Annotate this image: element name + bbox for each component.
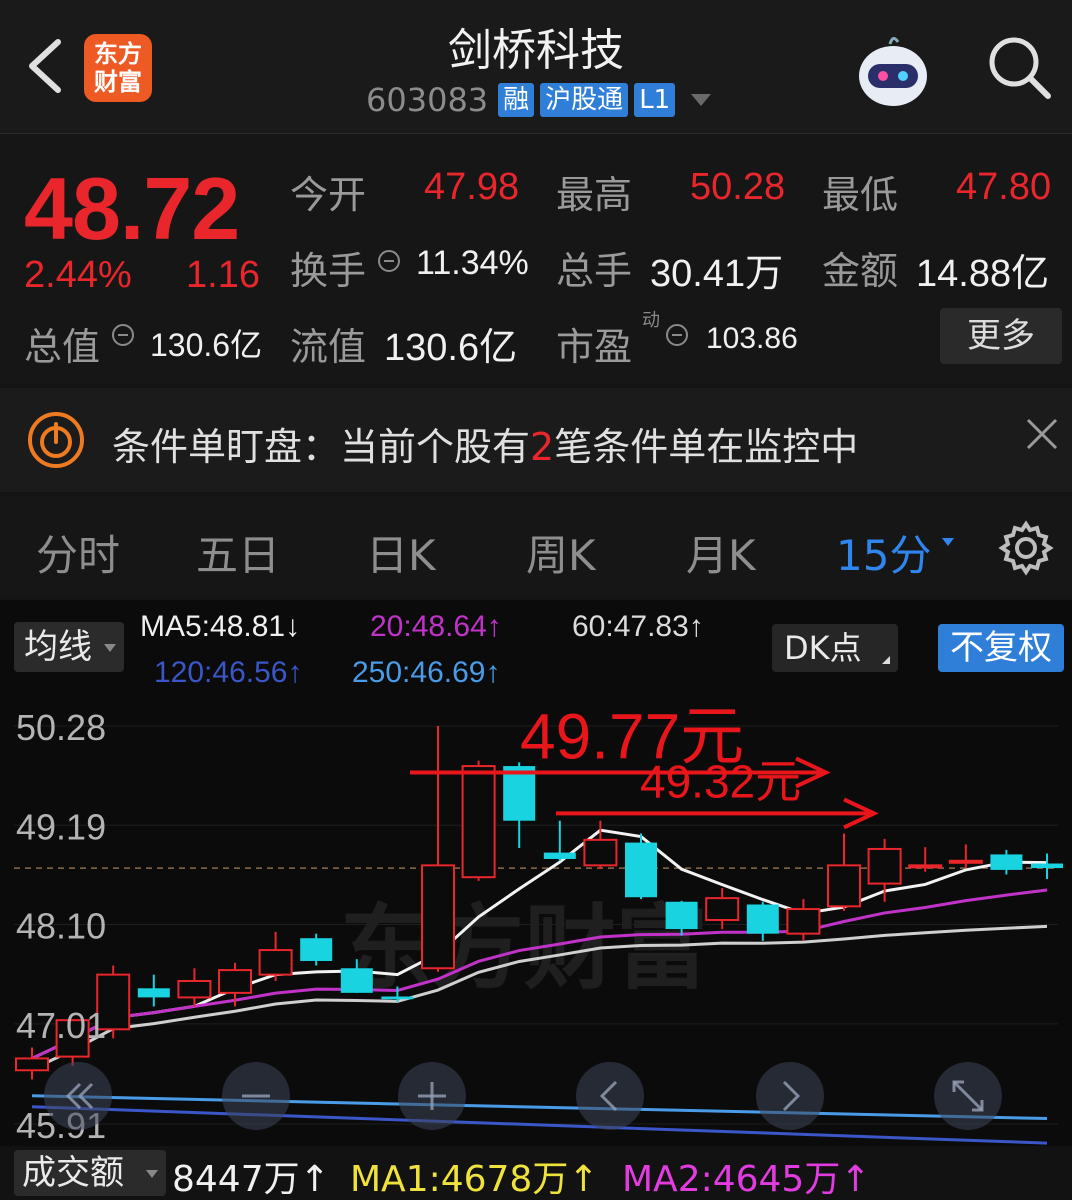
- candle-body: [625, 842, 657, 898]
- price-change: 1.16: [186, 254, 260, 296]
- tag-connect: 沪股通: [540, 83, 629, 117]
- tab-daily-k[interactable]: 日K: [366, 522, 436, 583]
- ma60-label: 60:47.83↑: [572, 610, 704, 643]
- pct-change: 2.44%: [24, 254, 132, 296]
- high-value: 50.28: [690, 166, 786, 208]
- candle-body: [258, 949, 293, 976]
- robot-assistant-icon[interactable]: [850, 34, 936, 114]
- volume-ma1: MA1:4678万↑: [350, 1159, 599, 1200]
- candle-body: [381, 996, 414, 1000]
- period-tabs: 分时 五日 日K 周K 月K 15分: [0, 496, 1072, 596]
- candle-body: [15, 1057, 49, 1072]
- stock-subline: 603083 融 沪股通 L1: [366, 80, 712, 120]
- candle-body: [746, 904, 779, 934]
- amount-label: 金额: [822, 249, 899, 293]
- y-tick-label: 47.01: [16, 1005, 106, 1046]
- tab-15min[interactable]: 15分: [836, 522, 931, 583]
- stock-switch-caret-icon[interactable]: [691, 94, 712, 106]
- candle-body: [177, 980, 212, 999]
- zoom-in-icon[interactable]: [398, 1062, 466, 1130]
- mktcap-label: 总值: [24, 325, 101, 369]
- float-label: 流值: [290, 325, 367, 369]
- pan-left-icon[interactable]: [576, 1062, 644, 1130]
- tab-monthly-k[interactable]: 月K: [686, 522, 756, 583]
- rewind-icon[interactable]: [44, 1062, 112, 1130]
- top-bar: 东方 财富 剑桥科技 603083 融 沪股通 L1: [0, 0, 1072, 134]
- fullscreen-icon[interactable]: [934, 1062, 1002, 1130]
- low-label: 最低: [822, 173, 899, 217]
- more-button[interactable]: 更多: [940, 308, 1062, 364]
- volume-value: 30.41万: [650, 253, 784, 295]
- candle-body: [340, 968, 373, 993]
- volume-ma2: MA2:4645万↑: [622, 1159, 871, 1200]
- candle-body: [705, 897, 740, 921]
- open-value: 47.98: [424, 166, 520, 208]
- pe-value: 103.86: [706, 322, 798, 355]
- last-price: 48.72: [24, 159, 240, 258]
- power-clock-icon: [28, 412, 84, 468]
- info-icon[interactable]: [112, 324, 134, 346]
- annotation-label: 49.32元: [640, 755, 801, 807]
- stock-code: 603083: [366, 81, 489, 119]
- candle-body: [990, 854, 1023, 870]
- ma20-label: 20:48.64↑: [370, 610, 502, 643]
- y-tick-label: 49.19: [16, 806, 106, 847]
- kline-chart[interactable]: 均线 MA5:48.81↓ 20:48.64↑ 60:47.83↑ 120:46…: [0, 600, 1072, 1200]
- volume-value: 8447万↑: [172, 1159, 330, 1200]
- candle-body: [786, 908, 821, 935]
- open-label: 今开: [290, 173, 367, 217]
- banner-text: 条件单盯盘：当前个股有2笔条件单在监控中: [112, 425, 859, 469]
- close-icon[interactable]: [1024, 416, 1060, 452]
- turnover-value: 11.34%: [416, 244, 529, 282]
- period-dropdown-caret-icon[interactable]: [942, 538, 954, 546]
- ma120-line: [31, 1105, 1048, 1145]
- candle-body: [300, 938, 333, 961]
- candle-body: [421, 864, 455, 970]
- low-value: 47.80: [956, 166, 1052, 208]
- candle-body: [867, 847, 902, 885]
- candle-body: [218, 969, 252, 994]
- candle-body: [543, 852, 576, 859]
- conditional-order-banner[interactable]: 条件单盯盘：当前个股有2笔条件单在监控中: [0, 388, 1072, 492]
- info-icon[interactable]: [666, 324, 688, 346]
- ma250-line: [31, 1094, 1048, 1121]
- y-tick-label: 50.28: [16, 707, 106, 748]
- tab-intraday[interactable]: 分时: [36, 522, 120, 583]
- volume-indicator-bar: 成交额 8447万↑ MA1:4678万↑ MA2:4645万↑: [0, 1146, 1072, 1200]
- volume-selector[interactable]: 成交额: [14, 1150, 166, 1196]
- candle-body: [583, 838, 618, 867]
- candle-body: [908, 864, 943, 869]
- candle-body: [827, 864, 861, 908]
- tab-weekly-k[interactable]: 周K: [526, 522, 596, 583]
- float-value: 130.6亿: [384, 327, 518, 369]
- candle-body: [948, 859, 983, 864]
- y-tick-label: 48.10: [16, 906, 106, 947]
- pan-right-icon[interactable]: [756, 1062, 824, 1130]
- candle-body: [137, 988, 170, 998]
- candle-body: [461, 765, 496, 879]
- info-icon[interactable]: [378, 250, 400, 272]
- search-icon[interactable]: [986, 34, 1052, 100]
- candle-body: [665, 901, 698, 930]
- pe-label: 市盈: [556, 325, 633, 369]
- candlestick-chart: 东方财富 50.2849.1948.1047.0145.91 49.77元49.…: [14, 700, 1063, 1146]
- high-label: 最高: [556, 173, 633, 217]
- pe-sup: 动: [642, 310, 660, 331]
- volume-label: 总手: [556, 249, 633, 293]
- zoom-out-icon[interactable]: [222, 1062, 290, 1130]
- candle-body: [1031, 863, 1063, 869]
- mktcap-value: 130.6亿: [150, 327, 263, 363]
- quote-panel: 48.72 2.44% 1.16 今开 47.98 最高 50.28 最低 47…: [0, 134, 1072, 384]
- tag-margin: 融: [498, 83, 535, 117]
- amount-value: 14.88亿: [916, 253, 1050, 295]
- ma5-label: MA5:48.81↓: [140, 610, 301, 643]
- turnover-label: 换手: [290, 249, 367, 293]
- tag-level: L1: [634, 83, 676, 117]
- tab-five-day[interactable]: 五日: [196, 522, 280, 583]
- gear-icon[interactable]: [998, 520, 1054, 576]
